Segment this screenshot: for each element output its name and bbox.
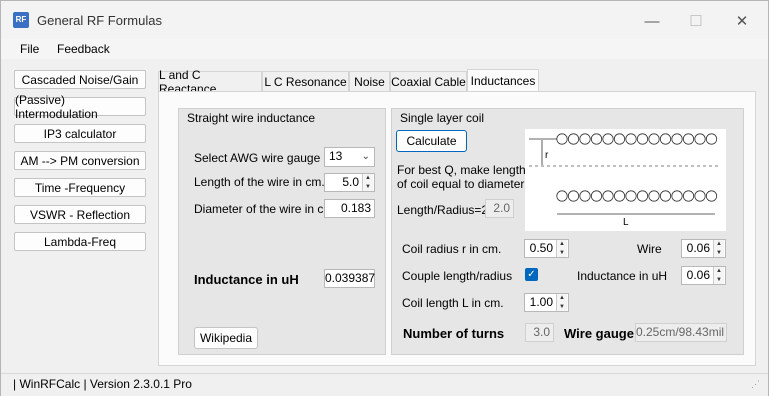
coil-diagram: r L <box>525 129 726 231</box>
spin-down-icon[interactable]: ▼ <box>713 248 724 257</box>
menu-bar: File Feedback <box>1 39 768 59</box>
title-bar: RF General RF Formulas — ☐ ✕ <box>1 1 768 39</box>
resize-grip-icon[interactable]: ⋰ <box>751 379 760 390</box>
close-button[interactable]: ✕ <box>719 7 765 35</box>
spin-down-icon[interactable]: ▼ <box>556 248 567 257</box>
spin-up-icon[interactable]: ▲ <box>713 267 724 276</box>
tab-inductances[interactable]: Inductances <box>467 69 539 92</box>
wire-length-label: Length of the wire in cm. <box>194 175 325 189</box>
wire-gauge-output: 0.25cm/98.43mil <box>635 323 727 342</box>
spin-down-icon[interactable]: ▼ <box>362 182 373 191</box>
best-q-note-line1: For best Q, make length <box>397 163 526 177</box>
coil-bottom-turns <box>556 190 718 202</box>
spin-down-icon[interactable]: ▼ <box>556 302 567 311</box>
single-layer-coil-title: Single layer coil <box>400 111 485 125</box>
calculate-button[interactable]: Calculate <box>396 130 467 152</box>
coil-inductance-label: Inductance in uH <box>577 269 668 283</box>
status-bar: | WinRFCalc | Version 2.3.0.1 Pro ⋰ <box>1 373 768 396</box>
tab-noise[interactable]: Noise <box>349 71 390 91</box>
checkmark-icon: ✓ <box>527 269 536 280</box>
awg-label: Select AWG wire gauge <box>194 151 321 165</box>
spin-up-icon[interactable]: ▲ <box>556 240 567 249</box>
wire-value: 0.06 <box>686 241 710 255</box>
window-title: General RF Formulas <box>37 13 162 28</box>
menu-file[interactable]: File <box>20 42 39 56</box>
coil-inductance-value: 0.06 <box>686 268 710 282</box>
couple-length-radius-label: Couple length/radius <box>402 269 513 283</box>
coil-inductance-input[interactable]: 0.06 ▲ ▼ <box>681 266 726 285</box>
app-icon: RF <box>13 12 29 28</box>
menu-feedback[interactable]: Feedback <box>57 42 110 56</box>
ip3-calculator-button[interactable]: IP3 calculator <box>14 124 146 143</box>
vswr-reflection-button[interactable]: VSWR - Reflection <box>14 205 146 224</box>
spin-up-icon[interactable]: ▲ <box>362 174 373 183</box>
coil-length-label: Coil length L in cm. <box>402 296 504 310</box>
coil-top-turns <box>556 133 718 145</box>
coil-length-value: 1.00 <box>529 295 553 309</box>
coil-radius-spinner[interactable]: ▲ ▼ <box>556 240 567 257</box>
awg-select-value: 13 <box>329 149 343 163</box>
chevron-down-icon: ⌄ <box>361 151 370 162</box>
minimize-button[interactable]: — <box>629 7 675 35</box>
spin-down-icon[interactable]: ▼ <box>713 275 724 284</box>
straight-wire-title: Straight wire inductance <box>187 111 316 125</box>
wire-diameter-label: Diameter of the wire in cm. <box>194 202 337 216</box>
length-radius-output: 2.0 <box>485 199 514 218</box>
app-window: RF General RF Formulas — ☐ ✕ File Feedba… <box>0 0 769 396</box>
turns-label: Number of turns <box>403 326 505 341</box>
wire-label: Wire <box>637 242 662 256</box>
cascaded-noise-gain-button[interactable]: Cascaded Noise/Gain <box>14 70 146 89</box>
tab-coaxial-cable[interactable]: Coaxial Cable <box>390 71 467 91</box>
status-text: | WinRFCalc | Version 2.3.0.1 Pro <box>13 377 192 391</box>
passive-intermodulation-button[interactable]: (Passive) Intermodulation <box>14 93 146 121</box>
coil-diagram-svg: r L <box>529 133 721 228</box>
coil-length-spinner[interactable]: ▲ ▼ <box>556 294 567 311</box>
coil-radius-label: Coil radius r in cm. <box>402 242 502 256</box>
wire-spinner[interactable]: ▲ ▼ <box>713 240 724 257</box>
turns-output: 3.0 <box>525 323 554 342</box>
maximize-button[interactable]: ☐ <box>673 7 719 35</box>
wire-diameter-input[interactable]: 0.183 <box>324 199 375 218</box>
time-frequency-button[interactable]: Time -Frequency <box>14 178 146 197</box>
diagram-l-label: L <box>623 217 629 228</box>
diagram-r-label: r <box>545 150 549 161</box>
wire-length-value: 5.0 <box>342 175 359 189</box>
coil-length-input[interactable]: 1.00 ▲ ▼ <box>524 293 569 312</box>
spin-up-icon[interactable]: ▲ <box>556 294 567 303</box>
coil-radius-input[interactable]: 0.50 ▲ ▼ <box>524 239 569 258</box>
wire-length-spinner[interactable]: ▲ ▼ <box>362 174 373 191</box>
straight-wire-group <box>178 108 386 355</box>
tab-l-and-c-reactance[interactable]: L and C Reactance <box>158 68 262 96</box>
wikipedia-button[interactable]: Wikipedia <box>194 327 258 349</box>
lambda-freq-button[interactable]: Lambda-Freq <box>14 232 146 251</box>
best-q-note-line2: of coil equal to diameter <box>397 177 525 191</box>
wire-gauge-label: Wire gauge <box>564 326 634 341</box>
tab-lc-resonance[interactable]: L C Resonance <box>262 71 349 91</box>
coil-inductance-spinner[interactable]: ▲ ▼ <box>713 267 724 284</box>
awg-select[interactable]: 13 ⌄ <box>324 147 375 167</box>
straight-inductance-output: 0.039387 <box>324 269 375 288</box>
wire-length-input[interactable]: 5.0 ▲ ▼ <box>324 173 375 192</box>
spin-up-icon[interactable]: ▲ <box>713 240 724 249</box>
wire-input[interactable]: 0.06 ▲ ▼ <box>681 239 726 258</box>
couple-length-radius-checkbox[interactable]: ✓ <box>525 268 538 281</box>
length-radius-label: Length/Radius=2 <box>397 203 489 217</box>
coil-radius-value: 0.50 <box>529 241 553 255</box>
straight-inductance-label: Inductance in uH <box>194 272 299 287</box>
am-pm-conversion-button[interactable]: AM --> PM conversion <box>14 151 146 170</box>
